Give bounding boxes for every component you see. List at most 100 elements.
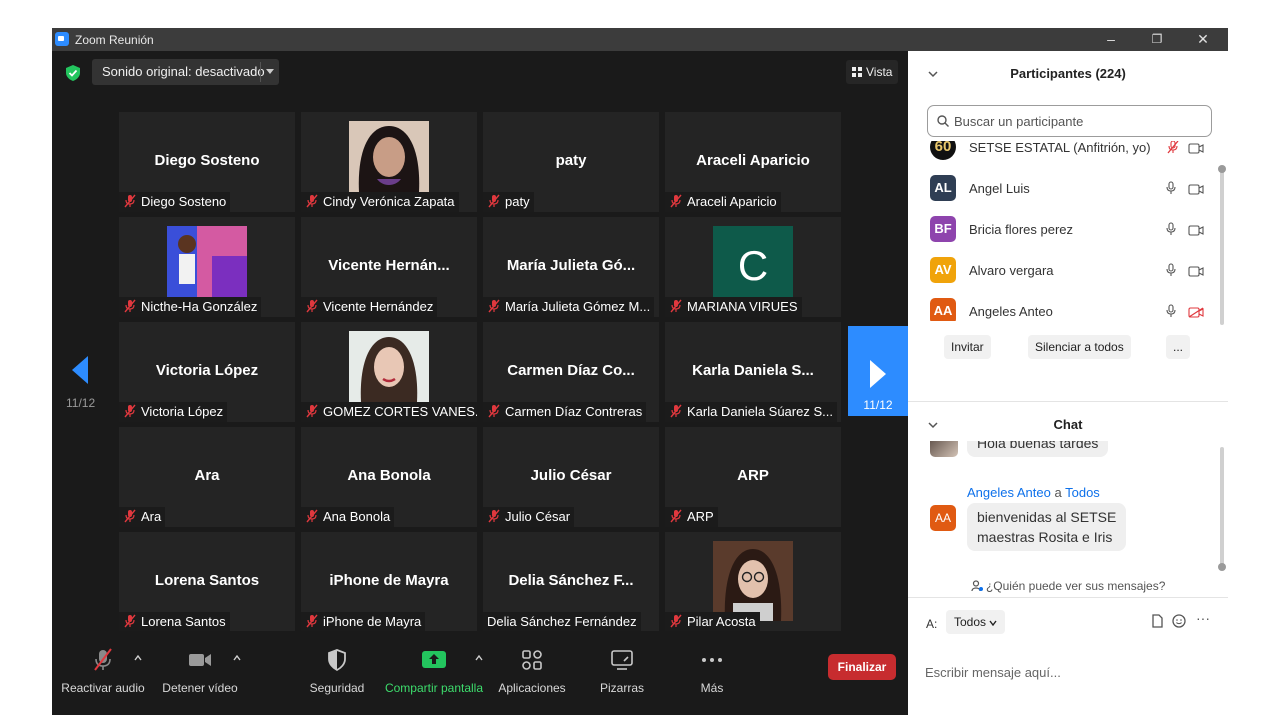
participant-video-tile[interactable]: GOMEZ CORTES VANES... <box>301 322 477 422</box>
participant-name: Carmen Díaz Contreras <box>505 404 643 419</box>
participant-display-name: Julio César <box>530 467 612 484</box>
participants-more-button[interactable]: ... <box>1166 335 1191 359</box>
participant-video-tile[interactable]: Julio César Julio César <box>483 427 659 527</box>
participant-video-tile[interactable]: iPhone de Mayra iPhone de Mayra <box>301 532 477 632</box>
mic-muted-icon <box>669 614 687 629</box>
scroll-handle[interactable] <box>1218 165 1226 173</box>
chat-message-input[interactable] <box>925 662 1205 682</box>
mic-muted-icon <box>669 299 687 314</box>
participant-search-input[interactable] <box>954 111 1194 131</box>
mic-icon[interactable] <box>1166 304 1176 321</box>
video-stage: Sonido original: desactivado Vista 11/12… <box>52 51 908 715</box>
participant-video-tile[interactable]: Nicthe-Ha González <box>119 217 295 317</box>
shield-icon <box>328 649 346 672</box>
title-bar: Zoom Reunión – ❐ ✕ <box>52 28 1228 51</box>
page-indicator-left: 11/12 <box>66 396 96 410</box>
participant-video-tile[interactable]: Diego Sosteno Diego Sosteno <box>119 112 295 212</box>
invite-button[interactable]: Invitar <box>944 335 991 359</box>
security-button[interactable]: Seguridad <box>302 647 372 695</box>
next-page-button[interactable]: 11/12 <box>848 326 908 416</box>
chat-recipient: Todos <box>1065 485 1100 500</box>
camera-icon[interactable] <box>1188 223 1204 241</box>
camera-icon[interactable] <box>1188 141 1204 159</box>
stop-video-button[interactable]: Detener vídeo <box>156 647 244 695</box>
participant-video-tile[interactable]: Delia Sánchez F... Delia Sánchez Fernánde… <box>483 532 659 632</box>
participant-search-box[interactable] <box>927 105 1212 137</box>
emoji-icon[interactable] <box>1172 614 1186 628</box>
participant-row-name: Angel Luis <box>969 181 1030 196</box>
previous-page-button[interactable]: 11/12 <box>66 356 96 410</box>
participant-video-tile[interactable]: paty paty <box>483 112 659 212</box>
participant-video-tile[interactable]: Ara Ara <box>119 427 295 527</box>
participant-row[interactable]: BF Bricia flores perez <box>930 211 1218 252</box>
participant-photo <box>167 226 247 297</box>
participant-video-tile[interactable]: Pilar Acosta <box>665 532 841 632</box>
more-button[interactable]: Más <box>692 647 732 695</box>
chevron-down-icon[interactable] <box>266 69 274 74</box>
participant-video-tile[interactable]: Ana Bonola Ana Bonola <box>301 427 477 527</box>
participant-video-tile[interactable]: Karla Daniela S... Karla Daniela Súarez S… <box>665 322 841 422</box>
participant-row[interactable]: AL Angel Luis <box>930 170 1218 211</box>
participant-row[interactable]: AV Alvaro vergara <box>930 252 1218 293</box>
view-button[interactable]: Vista <box>846 60 899 84</box>
original-sound-button[interactable]: Sonido original: desactivado <box>92 59 279 85</box>
mic-icon[interactable] <box>1166 222 1176 241</box>
participant-video-tile[interactable]: ARP ARP <box>665 427 841 527</box>
chat-more-button[interactable]: ··· <box>1196 610 1210 626</box>
participant-display-name: Delia Sánchez F... <box>508 572 634 589</box>
avatar <box>930 441 958 457</box>
apps-button[interactable]: Aplicaciones <box>496 647 568 695</box>
camera-off-icon[interactable] <box>1188 305 1204 321</box>
participant-name: Ana Bonola <box>323 509 391 524</box>
mic-muted-icon <box>123 404 141 419</box>
close-button[interactable]: ✕ <box>1180 28 1226 51</box>
mute-all-button[interactable]: Silenciar a todos <box>1028 335 1131 359</box>
mic-muted-icon[interactable] <box>1166 141 1180 159</box>
camera-icon[interactable] <box>1188 182 1204 200</box>
share-options-chevron-icon[interactable] <box>475 655 483 661</box>
participant-video-tile[interactable]: Cindy Verónica Zapata <box>301 112 477 212</box>
whiteboards-button[interactable]: Pizarras <box>588 647 656 695</box>
recipient-value: Todos <box>954 615 987 629</box>
meeting-toolbar: Reactivar audio Detener vídeo Seguridad <box>52 631 908 715</box>
participant-video-tile[interactable]: María Julieta Gó... María Julieta Gómez M… <box>483 217 659 317</box>
participant-video-tile[interactable]: Lorena Santos Lorena Santos <box>119 532 295 632</box>
participant-display-name: Diego Sosteno <box>154 152 260 169</box>
video-options-chevron-icon[interactable] <box>233 655 241 661</box>
participant-video-tile[interactable]: C MARIANA VIRUES <box>665 217 841 317</box>
restore-button[interactable]: ❐ <box>1134 28 1180 51</box>
participant-name-tag: Diego Sosteno <box>119 192 231 212</box>
mic-icon[interactable] <box>1166 181 1176 200</box>
participant-video-tile[interactable]: Carmen Díaz Co... Carmen Díaz Contreras <box>483 322 659 422</box>
avatar: BF <box>930 216 956 242</box>
search-icon <box>937 115 949 127</box>
video-camera-icon <box>189 654 211 666</box>
participant-name: Delia Sánchez Fernández <box>487 614 637 629</box>
audio-options-chevron-icon[interactable] <box>134 655 142 661</box>
minimize-button[interactable]: – <box>1088 28 1134 51</box>
participant-name: Victoria López <box>141 404 224 419</box>
end-meeting-button[interactable]: Finalizar <box>828 654 896 680</box>
participant-row-name: Bricia flores perez <box>969 222 1074 237</box>
mic-muted-icon <box>487 404 505 419</box>
share-screen-button[interactable]: Compartir pantalla <box>382 647 486 695</box>
participant-name-tag: Nicthe-Ha González <box>119 297 262 317</box>
chevron-down-icon <box>989 620 997 627</box>
scroll-handle[interactable] <box>1218 563 1226 571</box>
participant-row[interactable]: AA Angeles Anteo <box>930 293 1218 321</box>
recipient-dropdown[interactable]: Todos <box>946 610 1006 634</box>
camera-icon[interactable] <box>1188 264 1204 282</box>
participant-video-tile[interactable]: Vicente Hernán... Vicente Hernández <box>301 217 477 317</box>
participant-row[interactable]: 60 SETSE ESTATAL (Anfitrión, yo) <box>930 141 1218 170</box>
mic-icon[interactable] <box>1166 263 1176 282</box>
participant-video-tile[interactable]: Araceli Aparicio Araceli Aparicio <box>665 112 841 212</box>
participant-name: ARP <box>687 509 714 524</box>
who-can-see-link[interactable]: ¿Quién puede ver sus mensajes? <box>908 579 1228 593</box>
participant-name: Pilar Acosta <box>687 614 756 629</box>
encryption-shield-icon[interactable] <box>66 65 80 81</box>
participant-name-tag: iPhone de Mayra <box>301 612 426 632</box>
file-icon[interactable] <box>1150 614 1164 628</box>
participant-list-scrollbar[interactable] <box>1220 169 1224 325</box>
participant-video-tile[interactable]: Victoria López Victoria López <box>119 322 295 422</box>
chat-scrollbar[interactable] <box>1220 447 1224 567</box>
